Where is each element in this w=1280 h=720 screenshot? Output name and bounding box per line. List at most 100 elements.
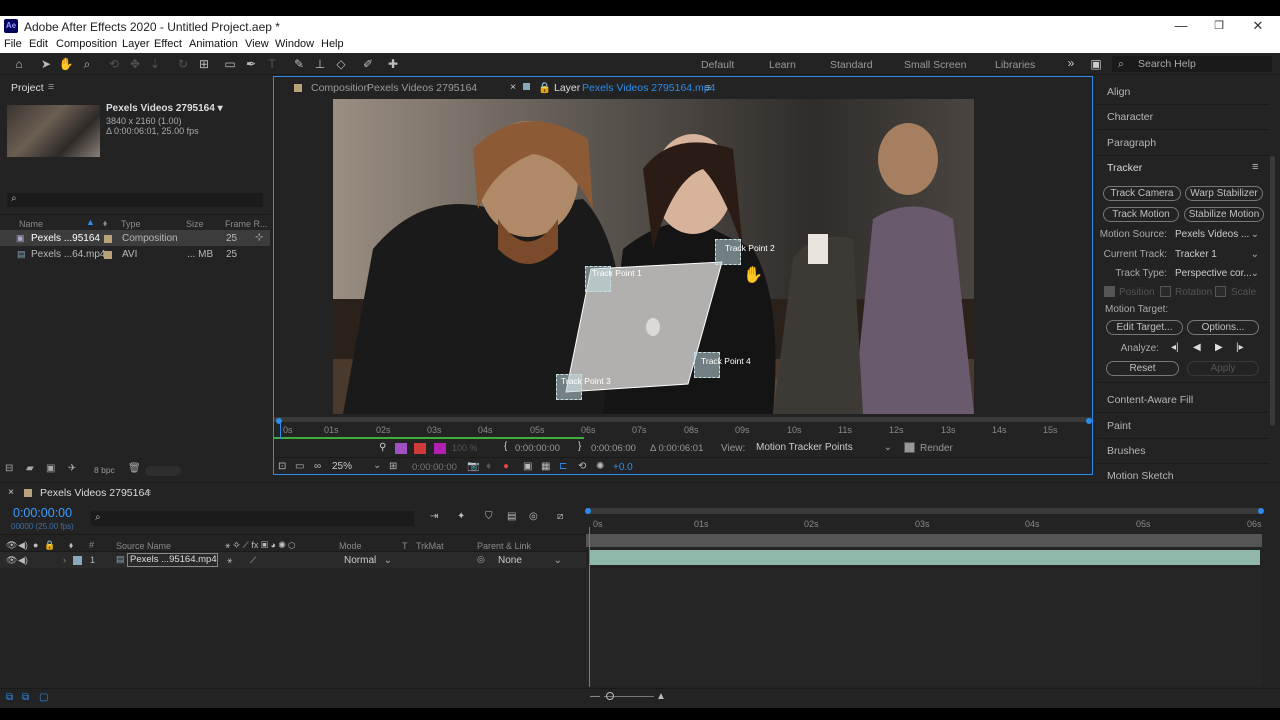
menu-animation[interactable]: Animation <box>189 38 238 50</box>
roto-brush-tool-icon[interactable]: ✐ <box>360 56 376 72</box>
more-workspaces-icon[interactable]: » <box>1063 55 1079 71</box>
workspace-menu-icon[interactable]: ▣ <box>1088 56 1104 72</box>
clone-stamp-tool-icon[interactable]: ⊥ <box>312 56 328 72</box>
set-in-point-icon[interactable]: { <box>504 441 507 452</box>
alpha-channel-icon[interactable] <box>414 443 426 454</box>
close-tab-icon[interactable]: × <box>8 486 14 498</box>
motion-sketch-panel[interactable]: Motion Sketch <box>1107 470 1174 482</box>
thumbnail-size-slider[interactable] <box>145 466 181 476</box>
exposure-icon[interactable]: ✺ <box>596 461 604 472</box>
edit-target-button[interactable]: Edit Target... <box>1106 320 1183 335</box>
panel-menu-icon[interactable]: ≡ <box>48 81 54 93</box>
render-checkbox[interactable] <box>904 442 915 453</box>
project-search-input[interactable]: ⌕ <box>7 193 263 207</box>
graph-editor-icon[interactable]: ⧄ <box>557 511 563 522</box>
minimize-icon[interactable]: — <box>1171 18 1191 34</box>
composition-tab[interactable]: Pexels Videos 2795164 <box>367 82 477 94</box>
new-folder-icon[interactable]: ▰ <box>26 463 34 474</box>
panel-menu-icon[interactable]: ≡ <box>145 487 151 499</box>
video-visibility-icon[interactable]: 👁 <box>6 555 17 566</box>
transfer-controls-toggle-icon[interactable]: ⧉ <box>22 692 29 703</box>
in-out-toggle-icon[interactable]: ▢ <box>39 692 48 703</box>
project-tab[interactable]: Project <box>11 82 44 94</box>
rotation-checkbox[interactable] <box>1160 286 1171 297</box>
frame-blending-icon[interactable]: ▤ <box>507 511 516 522</box>
panel-menu-icon[interactable]: ≡ <box>705 82 711 94</box>
out-point-marker[interactable] <box>1086 418 1092 424</box>
blend-mode-dropdown[interactable]: Normal ⌄ <box>340 553 394 569</box>
channels-icon[interactable]: ● <box>503 461 509 472</box>
interpret-footage-icon[interactable]: ⊟ <box>5 463 13 474</box>
current-time-display[interactable]: 0:00:00:00 <box>412 462 457 473</box>
orbit-camera-icon[interactable]: ⟲ <box>106 56 122 72</box>
current-track-dropdown[interactable]: Tracker 1 ⌄ <box>1171 247 1263 263</box>
selection-tool-icon[interactable]: ➤ <box>38 56 54 72</box>
dolly-camera-icon[interactable]: ⇣ <box>147 56 163 72</box>
home-icon[interactable]: ⌂ <box>11 56 27 72</box>
analyze-forward-frame-icon[interactable]: |▸ <box>1236 342 1244 353</box>
video-frame[interactable]: Track Point 1 Track Point 2 Track Point … <box>333 99 974 414</box>
analyze-backward-icon[interactable]: ◀ <box>1193 342 1201 353</box>
set-out-point-icon[interactable]: } <box>578 441 581 452</box>
column-frame-rate[interactable]: Frame R... <box>225 219 268 229</box>
pan-behind-tool-icon[interactable]: ⊞ <box>196 56 212 72</box>
timeline-search-input[interactable]: ⌕ <box>91 511 414 526</box>
analyze-forward-icon[interactable]: ▶ <box>1215 342 1223 353</box>
draft-3d-icon[interactable]: ✦ <box>457 511 465 522</box>
paint-panel[interactable]: Paint <box>1107 420 1131 432</box>
track-motion-button[interactable]: Track Motion <box>1103 207 1179 222</box>
expand-layer-icon[interactable]: › <box>63 555 66 565</box>
lock-icon[interactable]: 🔒 <box>538 81 551 94</box>
motion-source-dropdown[interactable]: Pexels Videos ... ⌄ <box>1171 227 1263 243</box>
project-row-name[interactable]: Pexels ...64.mp4 <box>31 249 105 260</box>
out-point-time[interactable]: 0:00:06:00 <box>591 443 636 454</box>
column-size[interactable]: Size <box>186 219 204 229</box>
workspace-default[interactable]: Default <box>701 59 734 71</box>
reset-exposure-icon[interactable]: ⟲ <box>578 461 586 472</box>
options-button[interactable]: Options... <box>1187 320 1259 335</box>
panel-menu-icon[interactable]: ≡ <box>1252 161 1258 173</box>
project-item-name[interactable]: Pexels Videos 2795164 ▾ <box>106 103 223 114</box>
right-panel-scrollbar[interactable] <box>1270 156 1275 426</box>
menu-help[interactable]: Help <box>321 38 344 50</box>
timeline-zoom-handle[interactable] <box>606 692 614 700</box>
layer-source-name[interactable]: Pexels ...95164.mp4 <box>127 553 218 567</box>
video-visibility-icon[interactable]: 👁 <box>6 540 17 551</box>
paragraph-panel[interactable]: Paragraph <box>1107 137 1156 149</box>
parent-link-column[interactable]: Parent & Link <box>477 541 531 551</box>
work-area-end[interactable] <box>1258 508 1264 514</box>
view-dropdown[interactable]: Motion Tracker Points ⌄ <box>752 440 898 456</box>
column-type[interactable]: Type <box>121 219 141 229</box>
timeline-timecode[interactable]: 0:00:00:00 <box>13 506 72 520</box>
parent-dropdown[interactable]: None ⌄ <box>494 553 564 569</box>
3d-view-icon[interactable]: ⊏ <box>559 461 567 472</box>
quality-switch-icon[interactable]: ⟋ <box>250 555 256 566</box>
search-help-field[interactable]: ⌕ Search Help <box>1112 56 1272 72</box>
analyze-back-frame-icon[interactable]: ◂| <box>1171 342 1179 353</box>
workspace-small-screen[interactable]: Small Screen <box>904 59 966 71</box>
brush-tool-icon[interactable]: ✎ <box>291 56 307 72</box>
eraser-tool-icon[interactable]: ◇ <box>333 56 349 72</box>
composition-tab-prefix[interactable]: Composition <box>311 82 369 94</box>
in-point-marker[interactable] <box>276 418 282 424</box>
audio-icon[interactable]: ◀) <box>18 555 28 566</box>
restore-icon[interactable]: ❐ <box>1209 18 1229 34</box>
close-icon[interactable]: ✕ <box>1248 18 1268 34</box>
rectangle-tool-icon[interactable]: ▭ <box>222 56 238 72</box>
bit-depth[interactable]: 8 bpc <box>94 465 115 475</box>
align-panel[interactable]: Align <box>1107 86 1130 98</box>
shy-layers-icon[interactable]: ⛉ <box>485 511 493 522</box>
solo-icon[interactable]: ● <box>33 540 38 550</box>
snapshot-icon[interactable]: 📷 <box>467 461 479 472</box>
layer-tab-prefix[interactable]: Layer <box>554 82 580 94</box>
content-aware-fill-panel[interactable]: Content-Aware Fill <box>1107 394 1193 406</box>
workspace-libraries[interactable]: Libraries <box>995 59 1035 71</box>
lock-icon[interactable]: 🔒 <box>44 540 55 551</box>
region-of-interest-icon[interactable]: ▣ <box>523 461 532 472</box>
hand-tool-icon[interactable]: ✋ <box>58 56 74 72</box>
pan-camera-icon[interactable]: ✥ <box>127 56 143 72</box>
new-composition-icon[interactable]: ▣ <box>46 463 55 474</box>
project-settings-icon[interactable]: ✈ <box>68 463 76 474</box>
trkmat-column[interactable]: TrkMat <box>416 541 444 551</box>
mask-visibility-icon[interactable]: ∞ <box>314 461 321 472</box>
